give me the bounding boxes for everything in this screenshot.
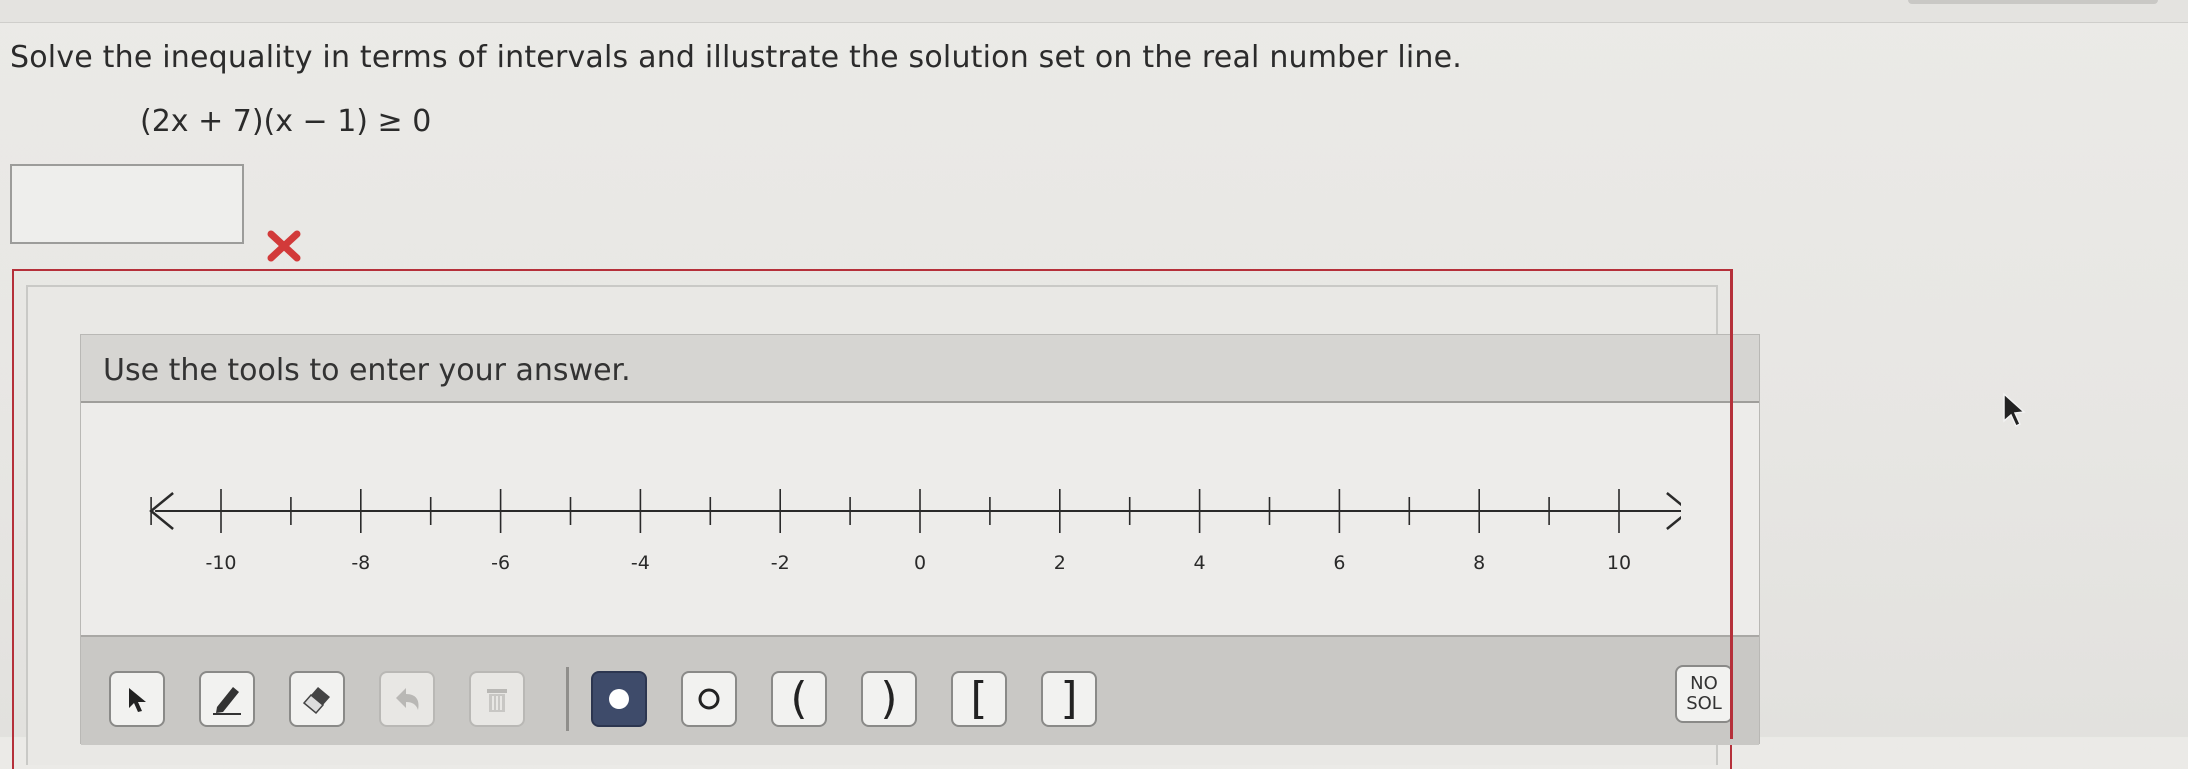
- trash-icon: [487, 689, 507, 712]
- pencil-tool[interactable]: [199, 671, 255, 727]
- x-mark-icon: [267, 230, 301, 262]
- left-bracket-tool[interactable]: [: [951, 671, 1007, 727]
- tick-label: -8: [351, 552, 370, 574]
- pencil-icon: [213, 687, 241, 715]
- answer-input[interactable]: [10, 164, 244, 244]
- open-dot-tool[interactable]: [681, 671, 737, 727]
- top-bar: [0, 0, 2188, 23]
- tick-label: 10: [1607, 552, 1631, 574]
- no-solution-label-line2: SOL: [1686, 693, 1722, 714]
- undo-tool[interactable]: [379, 671, 435, 727]
- mouse-cursor-icon: [2003, 392, 2026, 428]
- tick-label: 4: [1194, 552, 1206, 574]
- right-bracket-label: ]: [1060, 673, 1078, 724]
- question-prompt: Solve the inequality in terms of interva…: [10, 40, 1463, 75]
- tick-label: 8: [1473, 552, 1485, 574]
- eraser-icon: [302, 687, 330, 715]
- graph-panel: Use the tools to enter your answer. -10-…: [80, 334, 1760, 745]
- tick-label: 0: [914, 552, 926, 574]
- delete-tool[interactable]: [469, 671, 525, 727]
- right-paren-label: ): [880, 673, 898, 724]
- left-paren-tool[interactable]: (: [771, 671, 827, 727]
- tick-label: 2: [1054, 552, 1066, 574]
- tick-label: -6: [491, 552, 510, 574]
- left-bracket-label: [: [970, 673, 988, 724]
- panel-header: Use the tools to enter your answer.: [81, 335, 1759, 403]
- no-solution-button[interactable]: NO SOL: [1675, 665, 1733, 723]
- panel-title: Use the tools to enter your answer.: [103, 353, 631, 388]
- right-paren-tool[interactable]: ): [861, 671, 917, 727]
- toolbar-separator: [566, 667, 569, 731]
- tick-label: -2: [771, 552, 790, 574]
- open-circle-icon: [698, 688, 720, 710]
- left-paren-label: (: [790, 673, 808, 724]
- inequality-expression: (2x + 7)(x − 1) ≥ 0: [140, 104, 432, 139]
- tick-label: -10: [205, 552, 236, 574]
- no-solution-label-line1: NO: [1690, 673, 1718, 694]
- tick-label: 6: [1333, 552, 1345, 574]
- tick-label: -4: [631, 552, 650, 574]
- eraser-tool[interactable]: [289, 671, 345, 727]
- pointer-tool[interactable]: [109, 671, 165, 727]
- right-bracket-tool[interactable]: ]: [1041, 671, 1097, 727]
- arrow-cursor-icon: [129, 688, 146, 712]
- undo-icon: [396, 688, 419, 710]
- closed-dot-tool[interactable]: [591, 671, 647, 727]
- filled-circle-icon: [609, 689, 629, 709]
- top-bar-accent: [1908, 0, 2158, 4]
- number-line[interactable]: -10 -8 -6 -4 -2 0 2 4 6 8 10: [81, 475, 1681, 595]
- answer-frame-right-edge: [1730, 269, 1733, 739]
- toolbar: ( ) [ ] NO SOL: [81, 635, 1759, 745]
